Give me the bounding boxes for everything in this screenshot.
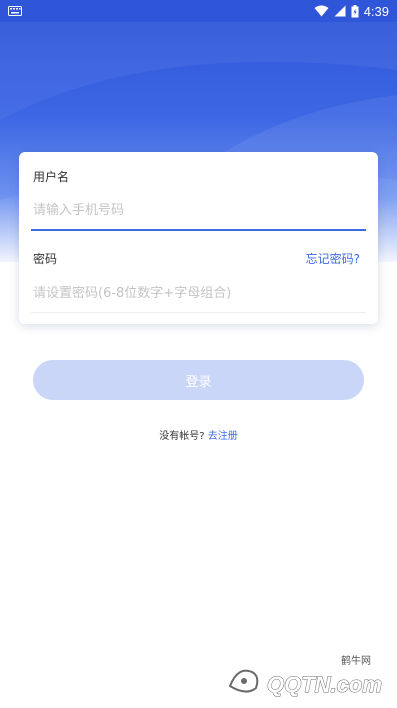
- password-underline: [31, 312, 366, 313]
- status-bar: 4:39: [0, 0, 397, 22]
- signal-icon: [334, 5, 346, 17]
- watermark: 鹤牛网 QQTN.com: [222, 652, 387, 702]
- username-input[interactable]: [33, 200, 363, 220]
- forgot-password-link[interactable]: 忘记密码?: [306, 250, 360, 267]
- password-input[interactable]: [33, 283, 363, 303]
- register-prompt-text: 没有帐号?: [159, 431, 205, 442]
- password-label: 密码: [33, 252, 58, 266]
- register-link[interactable]: 去注册: [208, 431, 238, 442]
- username-label: 用户名: [33, 170, 70, 184]
- register-prompt: 没有帐号? 去注册: [0, 427, 397, 442]
- username-underline: [31, 229, 366, 231]
- status-time: 4:39: [363, 3, 389, 19]
- wifi-icon: [314, 5, 329, 17]
- battery-icon: [351, 4, 359, 17]
- login-card: 用户名 密码 忘记密码?: [19, 152, 378, 324]
- watermark-logo: QQTN.com: [227, 668, 382, 698]
- login-button[interactable]: 登录: [33, 360, 364, 400]
- watermark-logo-text: QQTN.com: [267, 672, 382, 697]
- keyboard-icon: [8, 6, 22, 16]
